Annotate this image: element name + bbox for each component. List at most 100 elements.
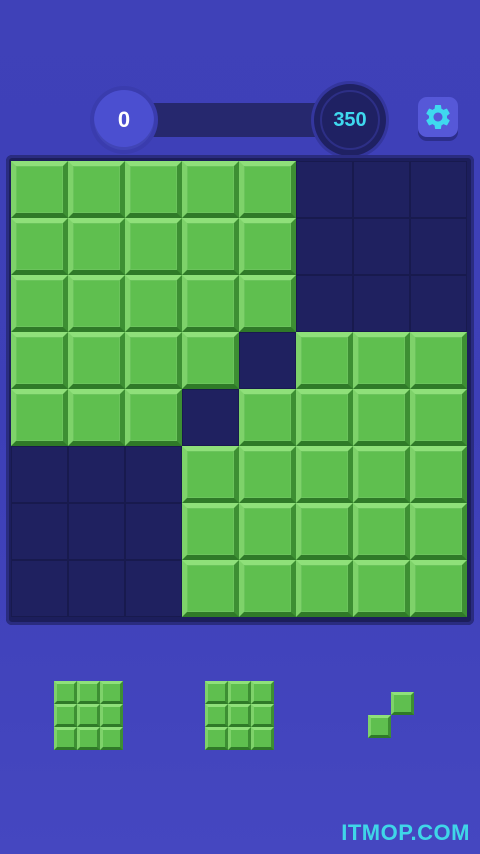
empty-cell bbox=[410, 161, 467, 218]
filled-cell bbox=[239, 503, 296, 560]
piece-block bbox=[368, 715, 391, 738]
piece-gap bbox=[368, 669, 391, 692]
empty-cell bbox=[239, 332, 296, 389]
filled-cell bbox=[11, 389, 68, 446]
filled-cell bbox=[296, 332, 353, 389]
filled-cell bbox=[182, 218, 239, 275]
piece-block bbox=[228, 727, 251, 750]
empty-cell bbox=[296, 161, 353, 218]
filled-cell bbox=[182, 446, 239, 503]
filled-cell bbox=[182, 503, 239, 560]
current-score: 0 bbox=[94, 90, 154, 150]
filled-cell bbox=[11, 218, 68, 275]
empty-cell bbox=[68, 446, 125, 503]
tray-piece-2[interactable] bbox=[205, 681, 274, 750]
piece-block bbox=[54, 727, 77, 750]
filled-cell bbox=[410, 560, 467, 617]
piece-block bbox=[251, 727, 274, 750]
filled-cell bbox=[296, 560, 353, 617]
piece-block bbox=[205, 727, 228, 750]
piece-gap bbox=[414, 715, 437, 738]
filled-cell bbox=[353, 446, 410, 503]
empty-cell bbox=[296, 275, 353, 332]
filled-cell bbox=[353, 560, 410, 617]
filled-cell bbox=[68, 389, 125, 446]
empty-cell bbox=[182, 389, 239, 446]
piece-block bbox=[228, 704, 251, 727]
filled-cell bbox=[68, 275, 125, 332]
filled-cell bbox=[125, 275, 182, 332]
game-board bbox=[6, 155, 474, 625]
filled-cell bbox=[296, 446, 353, 503]
filled-cell bbox=[182, 332, 239, 389]
tray-piece-3[interactable] bbox=[368, 669, 437, 738]
piece-block bbox=[77, 727, 100, 750]
filled-cell bbox=[239, 560, 296, 617]
piece-block bbox=[100, 681, 123, 704]
piece-block bbox=[77, 681, 100, 704]
empty-cell bbox=[125, 560, 182, 617]
empty-cell bbox=[11, 446, 68, 503]
empty-cell bbox=[353, 218, 410, 275]
empty-cell bbox=[353, 275, 410, 332]
filled-cell bbox=[353, 503, 410, 560]
board-grid[interactable] bbox=[11, 161, 467, 617]
piece-gap bbox=[414, 669, 437, 692]
piece-block bbox=[251, 681, 274, 704]
filled-cell bbox=[239, 161, 296, 218]
piece-gap bbox=[414, 692, 437, 715]
piece-block bbox=[54, 681, 77, 704]
tray-piece-1[interactable] bbox=[54, 681, 123, 750]
empty-cell bbox=[296, 218, 353, 275]
filled-cell bbox=[125, 161, 182, 218]
filled-cell bbox=[182, 560, 239, 617]
watermark: ITMOP.COM bbox=[341, 820, 470, 845]
filled-cell bbox=[410, 446, 467, 503]
filled-cell bbox=[239, 446, 296, 503]
piece-block bbox=[100, 727, 123, 750]
filled-cell bbox=[410, 332, 467, 389]
filled-cell bbox=[125, 332, 182, 389]
best-score-badge: 350 bbox=[314, 84, 386, 156]
piece-block bbox=[77, 704, 100, 727]
filled-cell bbox=[68, 161, 125, 218]
piece-gap bbox=[391, 715, 414, 738]
filled-cell bbox=[11, 275, 68, 332]
empty-cell bbox=[125, 446, 182, 503]
filled-cell bbox=[125, 218, 182, 275]
piece-gap bbox=[391, 669, 414, 692]
filled-cell bbox=[239, 389, 296, 446]
filled-cell bbox=[125, 389, 182, 446]
filled-cell bbox=[182, 161, 239, 218]
piece-block bbox=[205, 704, 228, 727]
filled-cell bbox=[410, 503, 467, 560]
piece-gap bbox=[368, 692, 391, 715]
empty-cell bbox=[68, 503, 125, 560]
empty-cell bbox=[410, 218, 467, 275]
settings-button[interactable] bbox=[418, 97, 458, 137]
empty-cell bbox=[410, 275, 467, 332]
piece-block bbox=[54, 704, 77, 727]
filled-cell bbox=[182, 275, 239, 332]
filled-cell bbox=[239, 218, 296, 275]
filled-cell bbox=[11, 332, 68, 389]
piece-block bbox=[205, 681, 228, 704]
piece-block bbox=[100, 704, 123, 727]
filled-cell bbox=[296, 503, 353, 560]
filled-cell bbox=[239, 275, 296, 332]
filled-cell bbox=[68, 218, 125, 275]
filled-cell bbox=[353, 389, 410, 446]
filled-cell bbox=[410, 389, 467, 446]
filled-cell bbox=[68, 332, 125, 389]
filled-cell bbox=[353, 332, 410, 389]
filled-cell bbox=[296, 389, 353, 446]
empty-cell bbox=[125, 503, 182, 560]
piece-block bbox=[251, 704, 274, 727]
empty-cell bbox=[68, 560, 125, 617]
empty-cell bbox=[353, 161, 410, 218]
piece-block bbox=[228, 681, 251, 704]
filled-cell bbox=[11, 161, 68, 218]
empty-cell bbox=[11, 560, 68, 617]
empty-cell bbox=[11, 503, 68, 560]
piece-block bbox=[391, 692, 414, 715]
